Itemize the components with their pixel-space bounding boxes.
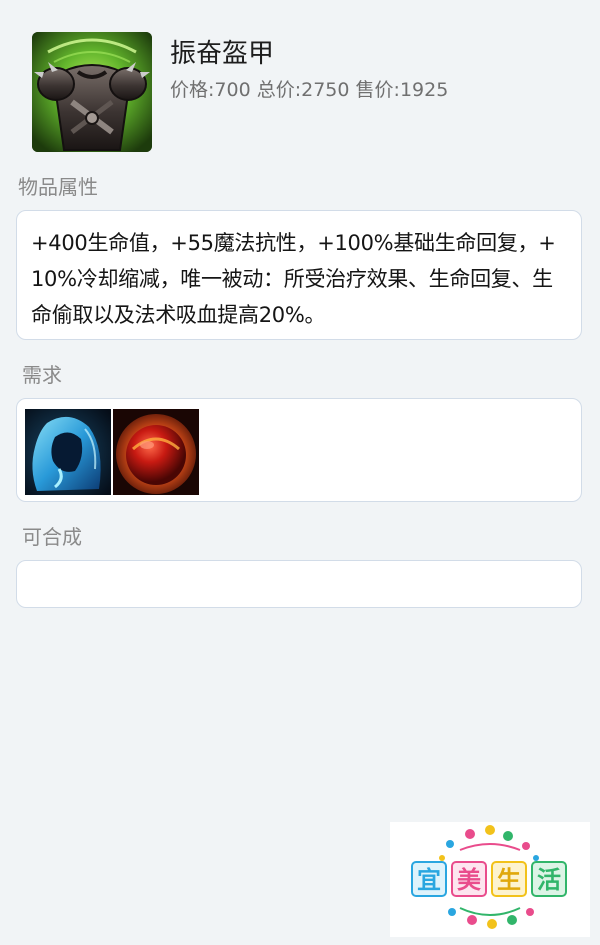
armor-icon bbox=[32, 32, 152, 152]
item-name: 振奋盔甲 bbox=[170, 39, 275, 69]
craftable-title: 可合成 bbox=[22, 525, 82, 549]
attributes-card: +400生命值，+55魔法抗性，+100%基础生命回复，+10%冷却缩减，唯一被… bbox=[16, 210, 582, 340]
watermark-logo: 宜 美 生 活 bbox=[390, 822, 590, 937]
requirements-title: 需求 bbox=[22, 363, 62, 387]
sell-price-label: 售价: bbox=[355, 79, 400, 101]
blue-cloak-icon[interactable] bbox=[25, 409, 111, 495]
svg-text:活: 活 bbox=[537, 866, 561, 894]
craftable-card bbox=[16, 560, 582, 608]
sell-price-value: 1925 bbox=[399, 79, 449, 101]
svg-text:美: 美 bbox=[457, 866, 481, 894]
red-orb-icon[interactable] bbox=[113, 409, 199, 495]
attributes-text: +400生命值，+55魔法抗性，+100%基础生命回复，+10%冷却缩减，唯一被… bbox=[31, 231, 556, 327]
svg-text:宜: 宜 bbox=[417, 866, 441, 894]
attributes-title: 物品属性 bbox=[18, 175, 98, 199]
item-header: 振奋盔甲 价格:700 总价:2750 售价:1925 bbox=[0, 0, 600, 160]
price-label: 价格: bbox=[170, 79, 215, 101]
svg-text:生: 生 bbox=[497, 866, 521, 894]
total-price-label: 总价: bbox=[256, 79, 302, 101]
total-price-value: 2750 bbox=[301, 79, 350, 101]
requirements-list bbox=[25, 409, 581, 495]
price-value: 700 bbox=[214, 79, 251, 101]
price-line: 价格:700 总价:2750 售价:1925 bbox=[170, 78, 448, 102]
requirements-card bbox=[16, 398, 582, 502]
